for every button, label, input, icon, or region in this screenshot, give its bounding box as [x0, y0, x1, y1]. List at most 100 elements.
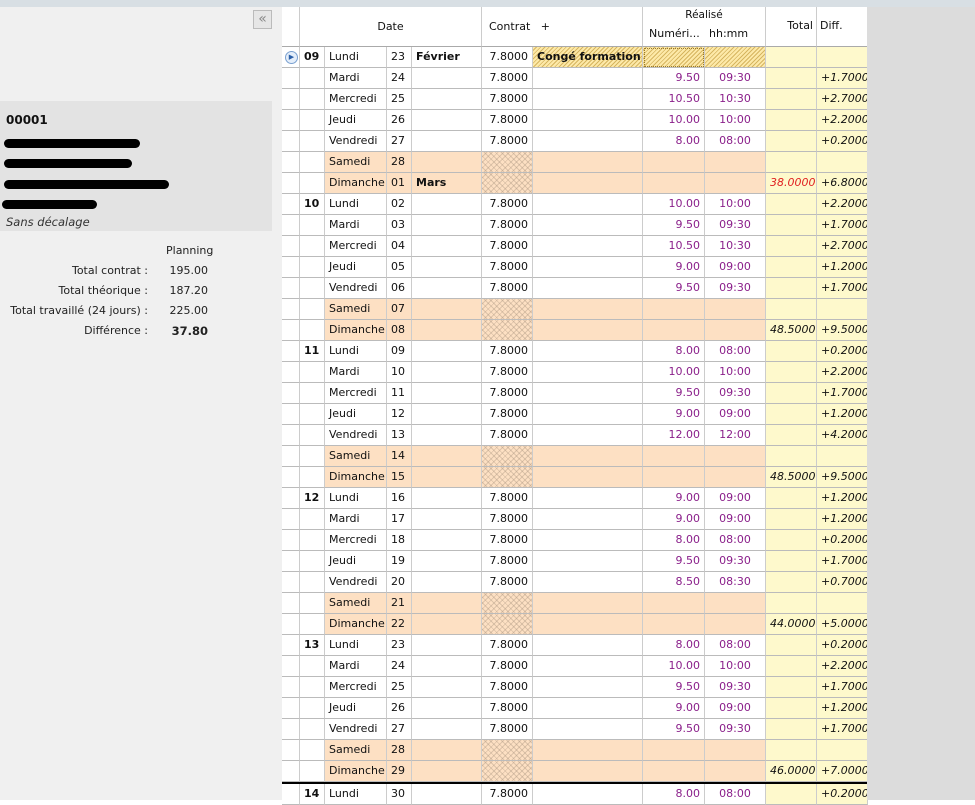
cell-week[interactable]: [300, 551, 325, 572]
cell-realise-numeric[interactable]: 10.50: [643, 89, 705, 110]
cell-contrat[interactable]: [482, 320, 533, 341]
cell-contrat[interactable]: 7.8000: [482, 383, 533, 404]
cell-day-number[interactable]: 25: [387, 89, 412, 110]
cell-note[interactable]: [533, 152, 643, 173]
row-indicator[interactable]: [282, 509, 300, 530]
cell-total[interactable]: [766, 131, 817, 152]
cell-total[interactable]: [766, 656, 817, 677]
cell-note[interactable]: Congé formation...: [533, 47, 643, 68]
cell-month[interactable]: [412, 383, 482, 404]
cell-diff[interactable]: +1.7000: [817, 215, 868, 236]
cell-day[interactable]: Mardi: [325, 68, 387, 89]
cell-realise-numeric[interactable]: 9.50: [643, 68, 705, 89]
cell-week[interactable]: [300, 215, 325, 236]
row-indicator[interactable]: [282, 761, 300, 782]
table-row[interactable]: 12 Lundi 16 7.8000 9.00 09:00 +1.2000: [282, 488, 868, 509]
cell-day-number[interactable]: 28: [387, 740, 412, 761]
table-row[interactable]: Mercredi 25 7.8000 9.50 09:30 +1.7000: [282, 677, 868, 698]
cell-contrat[interactable]: 7.8000: [482, 425, 533, 446]
cell-week[interactable]: 11: [300, 341, 325, 362]
row-indicator[interactable]: [282, 341, 300, 362]
cell-diff[interactable]: +9.5000: [817, 320, 868, 341]
cell-realise-hhmm[interactable]: [705, 320, 766, 341]
cell-note[interactable]: [533, 110, 643, 131]
cell-day[interactable]: Mercredi: [325, 383, 387, 404]
cell-month[interactable]: [412, 530, 482, 551]
cell-realise-hhmm[interactable]: 09:30: [705, 215, 766, 236]
cell-realise-hhmm[interactable]: [705, 593, 766, 614]
cell-realise-hhmm[interactable]: 09:30: [705, 551, 766, 572]
table-row[interactable]: Jeudi 05 7.8000 9.00 09:00 +1.2000: [282, 257, 868, 278]
cell-realise-numeric[interactable]: [643, 446, 705, 467]
cell-total[interactable]: [766, 425, 817, 446]
cell-day[interactable]: Vendredi: [325, 719, 387, 740]
cell-diff[interactable]: +1.2000: [817, 257, 868, 278]
cell-total[interactable]: [766, 47, 817, 68]
row-indicator[interactable]: [282, 593, 300, 614]
cell-diff[interactable]: [817, 593, 868, 614]
cell-month[interactable]: Mars: [412, 173, 482, 194]
cell-week[interactable]: [300, 152, 325, 173]
cell-day-number[interactable]: 20: [387, 572, 412, 593]
cell-week[interactable]: [300, 68, 325, 89]
cell-day-number[interactable]: 26: [387, 698, 412, 719]
cell-realise-numeric[interactable]: 9.50: [643, 278, 705, 299]
cell-month[interactable]: [412, 572, 482, 593]
header-date[interactable]: Date: [300, 7, 482, 47]
cell-contrat[interactable]: 7.8000: [482, 530, 533, 551]
cell-realise-hhmm[interactable]: 09:30: [705, 383, 766, 404]
cell-total[interactable]: [766, 299, 817, 320]
cell-realise-numeric[interactable]: 9.00: [643, 404, 705, 425]
table-row[interactable]: Mardi 24 7.8000 10.00 10:00 +2.2000: [282, 656, 868, 677]
cell-contrat[interactable]: [482, 614, 533, 635]
cell-day-number[interactable]: 30: [387, 784, 412, 805]
row-indicator[interactable]: [282, 257, 300, 278]
cell-realise-hhmm[interactable]: 09:00: [705, 257, 766, 278]
cell-realise-hhmm[interactable]: 12:00: [705, 425, 766, 446]
cell-week[interactable]: 10: [300, 194, 325, 215]
cell-contrat[interactable]: 7.8000: [482, 551, 533, 572]
cell-total[interactable]: [766, 68, 817, 89]
cell-realise-hhmm[interactable]: [705, 299, 766, 320]
cell-contrat[interactable]: 7.8000: [482, 509, 533, 530]
table-row[interactable]: Jeudi 19 7.8000 9.50 09:30 +1.7000: [282, 551, 868, 572]
cell-realise-numeric[interactable]: 9.50: [643, 383, 705, 404]
cell-note[interactable]: [533, 68, 643, 89]
cell-realise-numeric[interactable]: [643, 299, 705, 320]
cell-note[interactable]: [533, 173, 643, 194]
cell-realise-hhmm[interactable]: 09:30: [705, 278, 766, 299]
cell-day-number[interactable]: 27: [387, 131, 412, 152]
table-row[interactable]: Samedi 28: [282, 740, 868, 761]
cell-contrat[interactable]: 7.8000: [482, 656, 533, 677]
cell-day[interactable]: Vendredi: [325, 278, 387, 299]
cell-contrat[interactable]: 7.8000: [482, 257, 533, 278]
cell-month[interactable]: [412, 236, 482, 257]
cell-month[interactable]: [412, 656, 482, 677]
cell-total[interactable]: [766, 341, 817, 362]
cell-note[interactable]: [533, 383, 643, 404]
cell-realise-numeric[interactable]: [643, 614, 705, 635]
cell-week[interactable]: [300, 383, 325, 404]
cell-contrat[interactable]: [482, 446, 533, 467]
table-row[interactable]: Vendredi 06 7.8000 9.50 09:30 +1.7000: [282, 278, 868, 299]
cell-total[interactable]: [766, 488, 817, 509]
cell-total[interactable]: [766, 551, 817, 572]
cell-realise-hhmm[interactable]: 09:00: [705, 488, 766, 509]
table-row[interactable]: Jeudi 26 7.8000 10.00 10:00 +2.2000: [282, 110, 868, 131]
cell-day[interactable]: Lundi: [325, 784, 387, 805]
row-indicator[interactable]: ▶: [282, 47, 300, 68]
cell-note[interactable]: [533, 257, 643, 278]
cell-note[interactable]: [533, 635, 643, 656]
cell-total[interactable]: [766, 110, 817, 131]
collapse-sidebar-button[interactable]: «: [253, 10, 272, 29]
row-indicator[interactable]: [282, 488, 300, 509]
cell-note[interactable]: [533, 341, 643, 362]
cell-day[interactable]: Dimanche: [325, 467, 387, 488]
cell-diff[interactable]: +0.2000: [817, 131, 868, 152]
cell-month[interactable]: [412, 698, 482, 719]
cell-realise-hhmm[interactable]: 08:00: [705, 341, 766, 362]
cell-diff[interactable]: +1.7000: [817, 383, 868, 404]
cell-month[interactable]: [412, 761, 482, 782]
cell-contrat[interactable]: 7.8000: [482, 110, 533, 131]
cell-total[interactable]: 46.0000: [766, 761, 817, 782]
